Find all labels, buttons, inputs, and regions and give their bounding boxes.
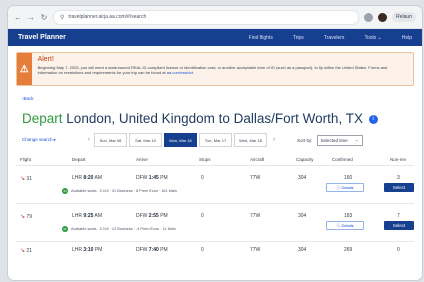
airline-logo-icon: ↘ xyxy=(20,214,26,220)
depart-cell: LHR 3:10 PM xyxy=(72,247,103,253)
table-row[interactable]: ↘ 79 LHR 9:25 AM DFW 2:55 PM 0 77W 304 1… xyxy=(16,204,414,242)
arrive-cell: DFW 2:55 PM xyxy=(136,213,168,219)
stops-cell: 0 xyxy=(201,213,204,219)
browser-toolbar: ← → ↻ ⚲ travelplanner.airja.aa.com/#/sea… xyxy=(8,6,422,29)
seat-detail: 3 Crit · 31 Business · 8 Prem Econ · 161… xyxy=(99,189,177,193)
seats-badge: 34 xyxy=(62,188,68,194)
capacity-cell: 304 xyxy=(298,175,307,181)
nonrev-cell: 3 xyxy=(397,175,400,181)
col-stops: Stops xyxy=(199,157,211,162)
col-confirmed: Confirmed xyxy=(332,157,353,162)
date-option[interactable]: Wed, Mar 18 xyxy=(234,133,267,147)
profile-avatar-icon[interactable] xyxy=(378,12,388,22)
aircraft-cell: 77W xyxy=(250,213,261,219)
sort-label: Sort by: xyxy=(297,137,313,143)
info-icon[interactable]: i xyxy=(368,114,378,124)
nonrev-cell: 7 xyxy=(397,213,400,219)
date-option[interactable]: Tue, Mar 17 xyxy=(199,133,232,147)
col-arrive: Arrive xyxy=(136,157,148,162)
lock-icon: ⚲ xyxy=(60,14,65,21)
depart-cell: LHR 8:20 AM xyxy=(72,175,103,181)
date-selector-row: Change search ▸ ‹ Sun, Mar 08 Sat, Mar 1… xyxy=(22,133,422,147)
alert-title: Alert! xyxy=(37,56,54,63)
arrive-cell: DFW 7:40 PM xyxy=(136,247,168,253)
back-arrow-icon[interactable]: ← xyxy=(14,13,22,22)
airline-logo-icon: ↘ xyxy=(20,176,26,182)
reload-icon[interactable]: ↻ xyxy=(40,13,48,22)
alert-message: Beginning May 7, 2025, you will need a s… xyxy=(37,65,388,75)
nav-find-flights[interactable]: Find flights xyxy=(249,35,273,41)
back-link[interactable]: ‹Back xyxy=(22,96,422,101)
table-row[interactable]: ↘ 31 LHR 8:20 AM DFW 1:45 PM 0 77W 304 1… xyxy=(16,166,414,204)
nav-help[interactable]: Help xyxy=(402,35,412,41)
date-option-selected[interactable]: Mon, Mar 16 xyxy=(164,133,197,147)
col-capacity: Capacity xyxy=(296,157,314,162)
nav-travelers[interactable]: Travelers xyxy=(324,35,345,41)
airline-logo-icon: ↘ xyxy=(20,248,26,254)
nav-trips[interactable]: Trips xyxy=(293,35,304,41)
date-option[interactable]: Sun, Mar 08 xyxy=(94,133,127,147)
flight-number: 79 xyxy=(26,214,32,220)
confirmed-cell: 183 xyxy=(344,213,353,219)
sort-select[interactable]: Selected time ⌄ xyxy=(316,134,363,146)
address-bar[interactable]: ⚲ travelplanner.airja.aa.com/#/search xyxy=(53,9,360,25)
date-option[interactable]: Sat, Mar 10 xyxy=(129,133,162,147)
route-text: London, United Kingdom to Dallas/Fort Wo… xyxy=(66,111,363,126)
flight-number: 21 xyxy=(26,248,32,254)
stops-cell: 0 xyxy=(201,175,204,181)
relaunch-button[interactable]: Relaun xyxy=(392,12,416,22)
change-search-link[interactable]: Change search ▸ xyxy=(22,137,84,143)
flights-table: Flight Depart Arrive Stops Aircraft Capa… xyxy=(16,155,414,256)
main-nav: Find flights Trips Travelers Tools ⌄ Hel… xyxy=(249,35,412,41)
seat-availability: 34 Available seats 3 Crit · 31 Business … xyxy=(62,188,177,194)
warning-icon: ⚠ xyxy=(17,53,32,85)
seats-label: Available seats xyxy=(71,189,97,193)
seats-label: Available seats xyxy=(71,227,97,231)
date-prev-arrow-icon[interactable]: ‹ xyxy=(84,137,94,143)
flight-number: 31 xyxy=(26,176,32,182)
details-button[interactable]: ⓘ Details xyxy=(326,221,364,230)
select-button[interactable]: Select xyxy=(384,221,414,230)
capacity-cell: 304 xyxy=(298,247,307,253)
capacity-cell: 304 xyxy=(298,213,307,219)
alert-banner: ⚠ Alert! Beginning May 7, 2025, you will… xyxy=(16,52,414,86)
confirmed-cell: 160 xyxy=(344,175,353,181)
col-aircraft: Aircraft xyxy=(250,157,265,162)
table-row[interactable]: ↘ 21 LHR 3:10 PM DFW 7:40 PM 0 77W 304 2… xyxy=(16,242,414,256)
app-header: Travel Planner Find flights Trips Travel… xyxy=(8,29,422,46)
nonrev-cell: 0 xyxy=(397,247,400,253)
details-button[interactable]: ⓘ Details xyxy=(326,183,364,192)
date-next-arrow-icon[interactable]: › xyxy=(269,137,279,143)
extension-icon[interactable] xyxy=(364,12,374,22)
url-text: travelplanner.airja.aa.com/#/search xyxy=(68,14,147,20)
chevron-down-icon: ⌄ xyxy=(354,137,359,142)
seats-badge: 21 xyxy=(62,226,68,232)
select-button[interactable]: Select xyxy=(384,183,414,192)
route-heading: Depart London, United Kingdom to Dallas/… xyxy=(22,111,422,126)
forward-arrow-icon[interactable]: → xyxy=(27,13,35,22)
table-header: Flight Depart Arrive Stops Aircraft Capa… xyxy=(16,155,414,166)
seat-availability: 21 Available seats 3 Crit · 12 Business … xyxy=(62,226,176,232)
seat-detail: 3 Crit · 12 Business · -4 Prem Econ · 11… xyxy=(99,227,176,231)
browser-window: ← → ↻ ⚲ travelplanner.airja.aa.com/#/sea… xyxy=(8,6,422,280)
col-flight: Flight xyxy=(20,157,32,162)
depart-cell: LHR 9:25 AM xyxy=(72,213,103,219)
nav-tools[interactable]: Tools ⌄ xyxy=(364,35,381,41)
aircraft-cell: 77W xyxy=(250,175,261,181)
col-nonrev: Non-rev xyxy=(390,157,407,162)
sort-value: Selected time xyxy=(320,137,348,143)
confirmed-cell: 269 xyxy=(344,247,353,253)
stops-cell: 0 xyxy=(201,247,204,253)
depart-word: Depart xyxy=(22,111,63,126)
arrive-cell: DFW 1:45 PM xyxy=(136,175,168,181)
aircraft-cell: 77W xyxy=(250,247,261,253)
app-title[interactable]: Travel Planner xyxy=(18,34,66,41)
col-depart: Depart xyxy=(72,157,86,162)
alert-link[interactable]: aa.com/restrict xyxy=(167,70,193,75)
